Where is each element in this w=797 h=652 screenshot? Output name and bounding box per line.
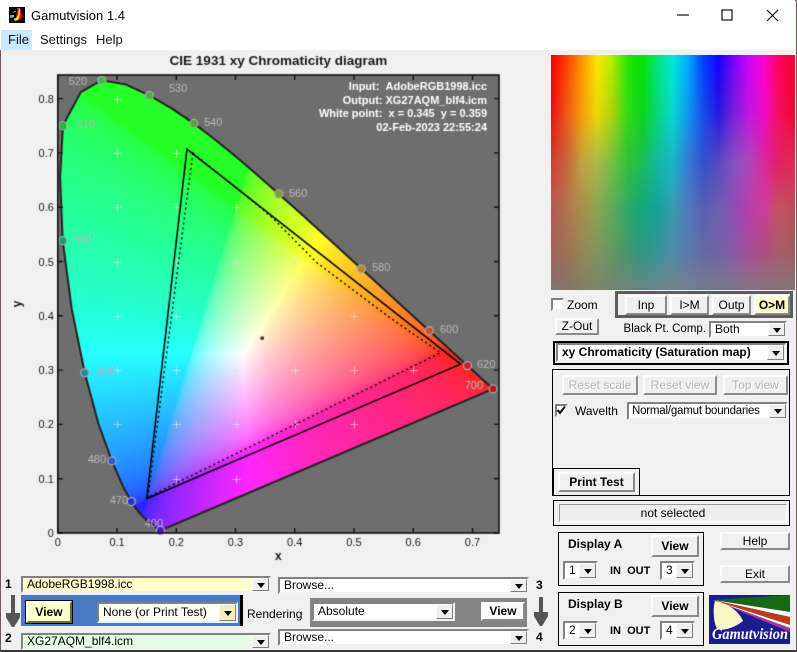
svg-text:Gamutvision: Gamutvision [712,626,788,643]
